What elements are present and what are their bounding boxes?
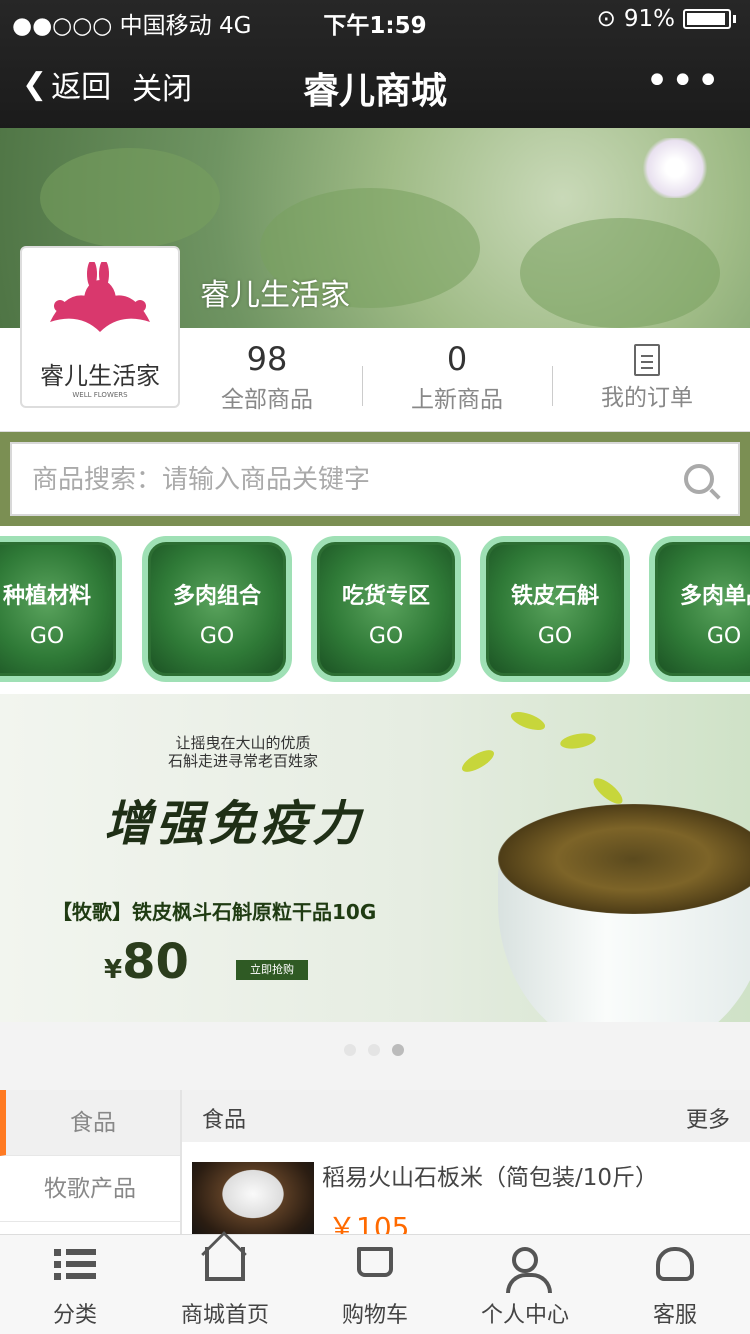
carousel-dot-active[interactable]	[392, 1044, 404, 1056]
logo-subtext: WELL FLOWERS	[72, 391, 128, 399]
category-planting-materials[interactable]: 种植材料 GO	[0, 536, 122, 682]
tab-service[interactable]: 客服	[600, 1235, 750, 1334]
tab-home[interactable]: 商城首页	[150, 1235, 300, 1334]
page-title: 睿儿商城	[302, 71, 447, 112]
search-band	[0, 432, 750, 526]
nav-bar: ❮ 返回 关闭 睿儿商城 •••	[0, 40, 750, 128]
tab-label: 客服	[652, 1303, 697, 1328]
category-label: 多肉组合	[172, 584, 261, 609]
category-go: GO	[199, 624, 235, 649]
status-right: ⊙ 91%	[597, 6, 736, 32]
buy-now-button[interactable]: 立即抢购	[236, 960, 308, 980]
category-go: GO	[368, 624, 404, 649]
category-go: GO	[537, 624, 573, 649]
bottom-tab-bar: 分类 商城首页 购物车 个人中心 客服	[0, 1234, 750, 1334]
lotus-flower-image	[640, 138, 710, 198]
list-icon	[54, 1247, 96, 1279]
category-label: 吃货专区	[341, 584, 430, 609]
rabbit-logo-icon	[50, 260, 150, 332]
category-label: 铁皮石斛	[510, 584, 599, 609]
more-link[interactable]: 更多	[686, 1102, 730, 1134]
carousel-dot[interactable]	[344, 1044, 356, 1056]
stat-label: 上新商品	[411, 387, 503, 413]
tab-label: 个人中心	[480, 1303, 569, 1328]
product-list: 食品 更多 稻易火山石板米（简包装/10斤） ￥105	[182, 1090, 750, 1244]
stat-value: 98	[246, 340, 288, 378]
category-label: 多肉单品	[679, 584, 750, 609]
category-dendrobium[interactable]: 铁皮石斛 GO	[480, 536, 630, 682]
tab-cart[interactable]: 购物车	[300, 1235, 450, 1334]
product-name[interactable]: 稻易火山石板米（简包装/10斤）	[322, 1158, 658, 1192]
home-icon	[205, 1247, 245, 1281]
product-bowl-image	[478, 764, 750, 1022]
top-bar: ●●○○○ 中国移动 4G 下午1:59 ⊙ 91% ❮ 返回 关闭 睿儿商城 …	[0, 0, 750, 128]
promo-price: ¥80	[104, 934, 189, 990]
tab-label: 分类	[52, 1303, 97, 1328]
tab-profile[interactable]: 个人中心	[450, 1235, 600, 1334]
sidebar-item-muge[interactable]: 牧歌产品	[0, 1156, 180, 1222]
battery-percent: 91%	[623, 6, 675, 32]
user-icon	[506, 1247, 552, 1293]
category-foodie-zone[interactable]: 吃货专区 GO	[311, 536, 461, 682]
category-succulent-combo[interactable]: 多肉组合 GO	[142, 536, 292, 682]
list-header: 食品 更多	[182, 1090, 750, 1142]
stat-new-products[interactable]: 0 上新商品	[362, 340, 552, 414]
promo-tagline: 让摇曳在大山的优质 石斛走进寻常老百姓家	[168, 734, 319, 770]
category-carousel: 种植材料 GO 多肉组合 GO 吃货专区 GO 铁皮石斛 GO 多肉单品 GO	[0, 526, 750, 694]
carousel-dot[interactable]	[368, 1044, 380, 1056]
stat-label: 我的订单	[601, 385, 693, 411]
search-icon[interactable]	[684, 464, 714, 494]
headset-icon	[656, 1247, 694, 1281]
stat-label: 全部商品	[221, 387, 313, 413]
tab-label: 商城首页	[180, 1303, 269, 1328]
stat-all-products[interactable]: 98 全部商品	[172, 340, 362, 414]
category-go: GO	[706, 624, 742, 649]
rotation-lock-icon: ⊙	[596, 6, 616, 32]
promo-product-name: 【牧歌】铁皮枫斗石斛原粒干品10G	[52, 900, 377, 924]
category-sidebar: 食品 牧歌产品	[0, 1090, 182, 1240]
logo-text: 睿儿生活家	[40, 362, 160, 390]
search-box	[10, 442, 740, 516]
stat-value: 0	[446, 340, 468, 378]
battery-icon	[683, 9, 731, 29]
promo-slogan: 增强免疫力	[104, 796, 365, 852]
status-bar: ●●○○○ 中国移动 4G 下午1:59 ⊙ 91%	[0, 0, 750, 40]
search-input[interactable]	[32, 460, 672, 500]
list-title: 食品	[202, 1108, 247, 1133]
product-image[interactable]	[192, 1162, 314, 1242]
sidebar-item-food[interactable]: 食品	[0, 1090, 180, 1156]
stat-my-orders[interactable]: 我的订单	[552, 340, 742, 412]
carousel-indicator	[0, 1022, 750, 1090]
category-label: 种植材料	[2, 584, 91, 609]
category-succulent-single[interactable]: 多肉单品 GO	[649, 536, 750, 682]
shop-logo: 睿儿生活家 WELL FLOWERS	[20, 246, 180, 408]
tab-category[interactable]: 分类	[0, 1235, 150, 1334]
tab-label: 购物车	[341, 1303, 408, 1328]
document-icon	[634, 344, 660, 376]
shop-name: 睿儿生活家	[200, 278, 350, 313]
promo-banner[interactable]: 让摇曳在大山的优质 石斛走进寻常老百姓家 增强免疫力 【牧歌】铁皮枫斗石斛原粒干…	[0, 694, 750, 1022]
cart-icon	[357, 1247, 393, 1277]
more-menu-button[interactable]: •••	[645, 58, 722, 104]
category-go: GO	[29, 624, 65, 649]
